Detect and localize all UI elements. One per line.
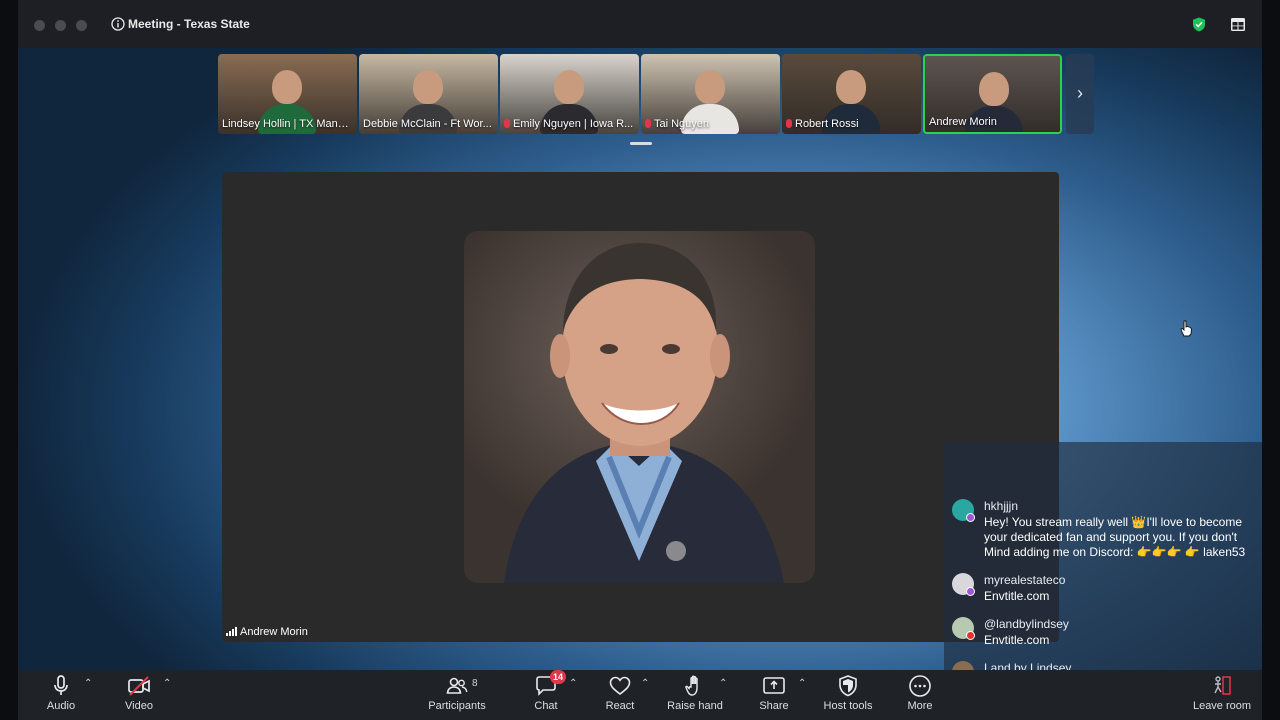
host-tools-button[interactable]: Host tools xyxy=(820,670,876,720)
participant-face xyxy=(272,70,302,104)
minimize-window-button[interactable] xyxy=(55,20,66,31)
chat-username: hkhjjjn xyxy=(984,499,1019,513)
raise-hand-options-caret[interactable]: ⌃ xyxy=(719,678,727,689)
mic-muted-icon xyxy=(504,119,510,128)
security-shield-icon[interactable] xyxy=(1192,17,1206,32)
participant-name-text: Robert Rossi xyxy=(795,118,859,130)
participant-tile[interactable]: Andrew Morin xyxy=(923,54,1062,134)
participant-face xyxy=(695,70,725,104)
platform-badge-icon xyxy=(966,631,975,640)
react-label: React xyxy=(605,700,635,712)
audio-label: Audio xyxy=(46,700,76,712)
participant-tile[interactable]: Emily Nguyen | Iowa R... xyxy=(500,54,639,134)
chevron-right-icon: › xyxy=(1077,83,1083,103)
share-label: Share xyxy=(759,700,789,712)
participant-name: Debbie McClain - Ft Wor... xyxy=(359,115,498,134)
meeting-title: Meeting - Texas State xyxy=(128,17,250,31)
strip-resize-handle[interactable] xyxy=(630,142,652,145)
participant-name-text: Tai Nguyen xyxy=(654,118,710,130)
meeting-toolbar: Audio ⌃ Video ⌃ Participants 8 Chat 14 ⌃… xyxy=(18,670,1262,720)
share-options-caret[interactable]: ⌃ xyxy=(798,678,806,689)
participant-face xyxy=(554,70,584,104)
raise-hand-button[interactable]: Raise hand xyxy=(664,670,726,720)
platform-badge-icon xyxy=(966,587,975,596)
chat-label: Chat xyxy=(534,700,558,712)
participant-tile[interactable]: Debbie McClain - Ft Wor... xyxy=(359,54,498,134)
participant-tile[interactable]: Robert Rossi xyxy=(782,54,921,134)
next-page-button[interactable]: › xyxy=(1066,54,1094,134)
video-button[interactable]: Video xyxy=(119,670,159,720)
chat-text: Envtitle.com xyxy=(984,589,1050,603)
participant-tile[interactable]: Lindsey Hollin | TX Mana... xyxy=(218,54,357,134)
chat-text: Hey! You stream really well 👑I'll love t… xyxy=(984,515,1246,559)
participant-name: Lindsey Hollin | TX Mana... xyxy=(218,115,357,134)
more-button[interactable]: More xyxy=(902,670,938,720)
audio-options-caret[interactable]: ⌃ xyxy=(84,678,92,689)
active-speaker-name: Andrew Morin xyxy=(240,626,308,638)
leave-door-icon xyxy=(1214,676,1231,695)
live-chat-overlay: hkhjjjn Hey! You stream really well 👑I'll… xyxy=(944,442,1262,691)
meeting-window: Meeting - Texas State Lindsey Hollin | T… xyxy=(18,0,1262,720)
share-button[interactable]: Share xyxy=(756,670,792,720)
participant-strip: Lindsey Hollin | TX Mana... Debbie McClai… xyxy=(218,54,1094,134)
participant-name: Tai Nguyen xyxy=(641,115,780,134)
mic-muted-icon xyxy=(786,119,792,128)
share-screen-icon xyxy=(763,677,785,694)
host-tools-shield-icon xyxy=(839,675,857,697)
mic-muted-icon xyxy=(645,119,651,128)
participant-name: Andrew Morin xyxy=(925,113,1060,132)
heart-icon xyxy=(609,676,631,696)
connection-signal-icon xyxy=(226,627,237,636)
react-button[interactable]: React xyxy=(602,670,638,720)
platform-badge-icon xyxy=(966,513,975,522)
audio-button[interactable]: Audio xyxy=(42,670,80,720)
hand-cursor-icon xyxy=(1180,320,1192,337)
microphone-icon xyxy=(54,675,68,695)
close-window-button[interactable] xyxy=(34,20,45,31)
participants-count: 8 xyxy=(472,678,478,689)
chat-options-caret[interactable]: ⌃ xyxy=(569,678,577,689)
chat-username: myrealestateco xyxy=(984,573,1066,587)
participant-name-text: Debbie McClain - Ft Wor... xyxy=(363,118,492,130)
more-dots-icon xyxy=(909,675,931,697)
active-speaker-name-label: Andrew Morin xyxy=(226,626,308,638)
chat-username: @landbylindsey xyxy=(984,617,1069,631)
participants-label: Participants xyxy=(428,700,486,712)
participant-name-text: Emily Nguyen | Iowa R... xyxy=(513,118,634,130)
active-speaker-video[interactable]: Andrew Morin xyxy=(222,172,1059,642)
participants-icon xyxy=(446,677,468,694)
info-icon[interactable] xyxy=(111,17,125,31)
participant-face xyxy=(979,72,1009,106)
participant-face xyxy=(413,70,443,104)
participant-name: Robert Rossi xyxy=(782,115,921,134)
chat-unread-badge: 14 xyxy=(550,670,567,684)
video-off-icon xyxy=(128,676,150,696)
video-label: Video xyxy=(125,700,153,712)
zoom-window-button[interactable] xyxy=(76,20,87,31)
video-options-caret[interactable]: ⌃ xyxy=(163,678,171,689)
host-tools-label: Host tools xyxy=(823,700,873,712)
participant-name-text: Lindsey Hollin | TX Mana... xyxy=(222,118,354,130)
chat-text: Envtitle.com xyxy=(984,633,1050,647)
leave-room-button[interactable]: Leave room xyxy=(1190,670,1254,720)
view-grid-icon[interactable] xyxy=(1231,18,1245,31)
title-bar: Meeting - Texas State xyxy=(18,0,1262,48)
participant-face xyxy=(836,70,866,104)
raise-hand-label: Raise hand xyxy=(667,700,723,712)
raise-hand-icon xyxy=(685,675,698,696)
participant-tile[interactable]: Tai Nguyen xyxy=(641,54,780,134)
more-label: More xyxy=(907,700,933,712)
leave-room-label: Leave room xyxy=(1192,700,1252,712)
participants-button[interactable]: Participants xyxy=(424,670,490,720)
participant-name-text: Andrew Morin xyxy=(929,116,997,128)
participant-name: Emily Nguyen | Iowa R... xyxy=(500,115,639,134)
speaker-portrait xyxy=(464,231,815,583)
react-options-caret[interactable]: ⌃ xyxy=(641,678,649,689)
